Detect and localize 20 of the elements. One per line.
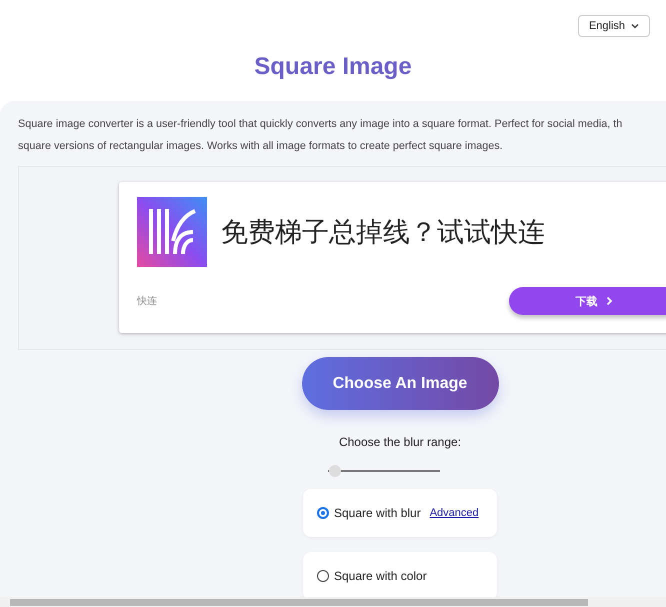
ad-headline: 免费梯子总掉线？试试快连	[221, 216, 545, 250]
choose-image-button[interactable]: Choose An Image	[302, 357, 498, 410]
chevron-right-icon	[606, 296, 612, 306]
language-dropdown[interactable]: English	[578, 15, 650, 37]
description-text: square versions of rectangular images. Works with all image formats to create perfect square images.	[18, 139, 504, 154]
horizontal-scrollbar[interactable]	[0, 597, 666, 607]
page-title: Square Image	[253, 53, 413, 81]
advanced-link[interactable]: Advanced	[430, 507, 479, 519]
blur-slider[interactable]	[328, 465, 440, 477]
app-logo-icon	[137, 197, 207, 267]
ad-brand-name: 快连	[137, 294, 157, 308]
description-text: Square image converter is a user-friendly tool that quickly converts any image into a square format. Perfect for social media, th	[18, 117, 624, 132]
option-label: Square with blur	[334, 506, 421, 520]
radio-button[interactable]	[317, 507, 329, 519]
download-button[interactable]: 下载	[509, 287, 666, 315]
chevron-down-icon	[631, 23, 640, 29]
option-label: Square with color	[334, 569, 427, 583]
blur-range-label: Choose the blur range:	[338, 435, 462, 449]
radio-button[interactable]	[317, 570, 329, 582]
slider-thumb[interactable]	[329, 465, 342, 477]
